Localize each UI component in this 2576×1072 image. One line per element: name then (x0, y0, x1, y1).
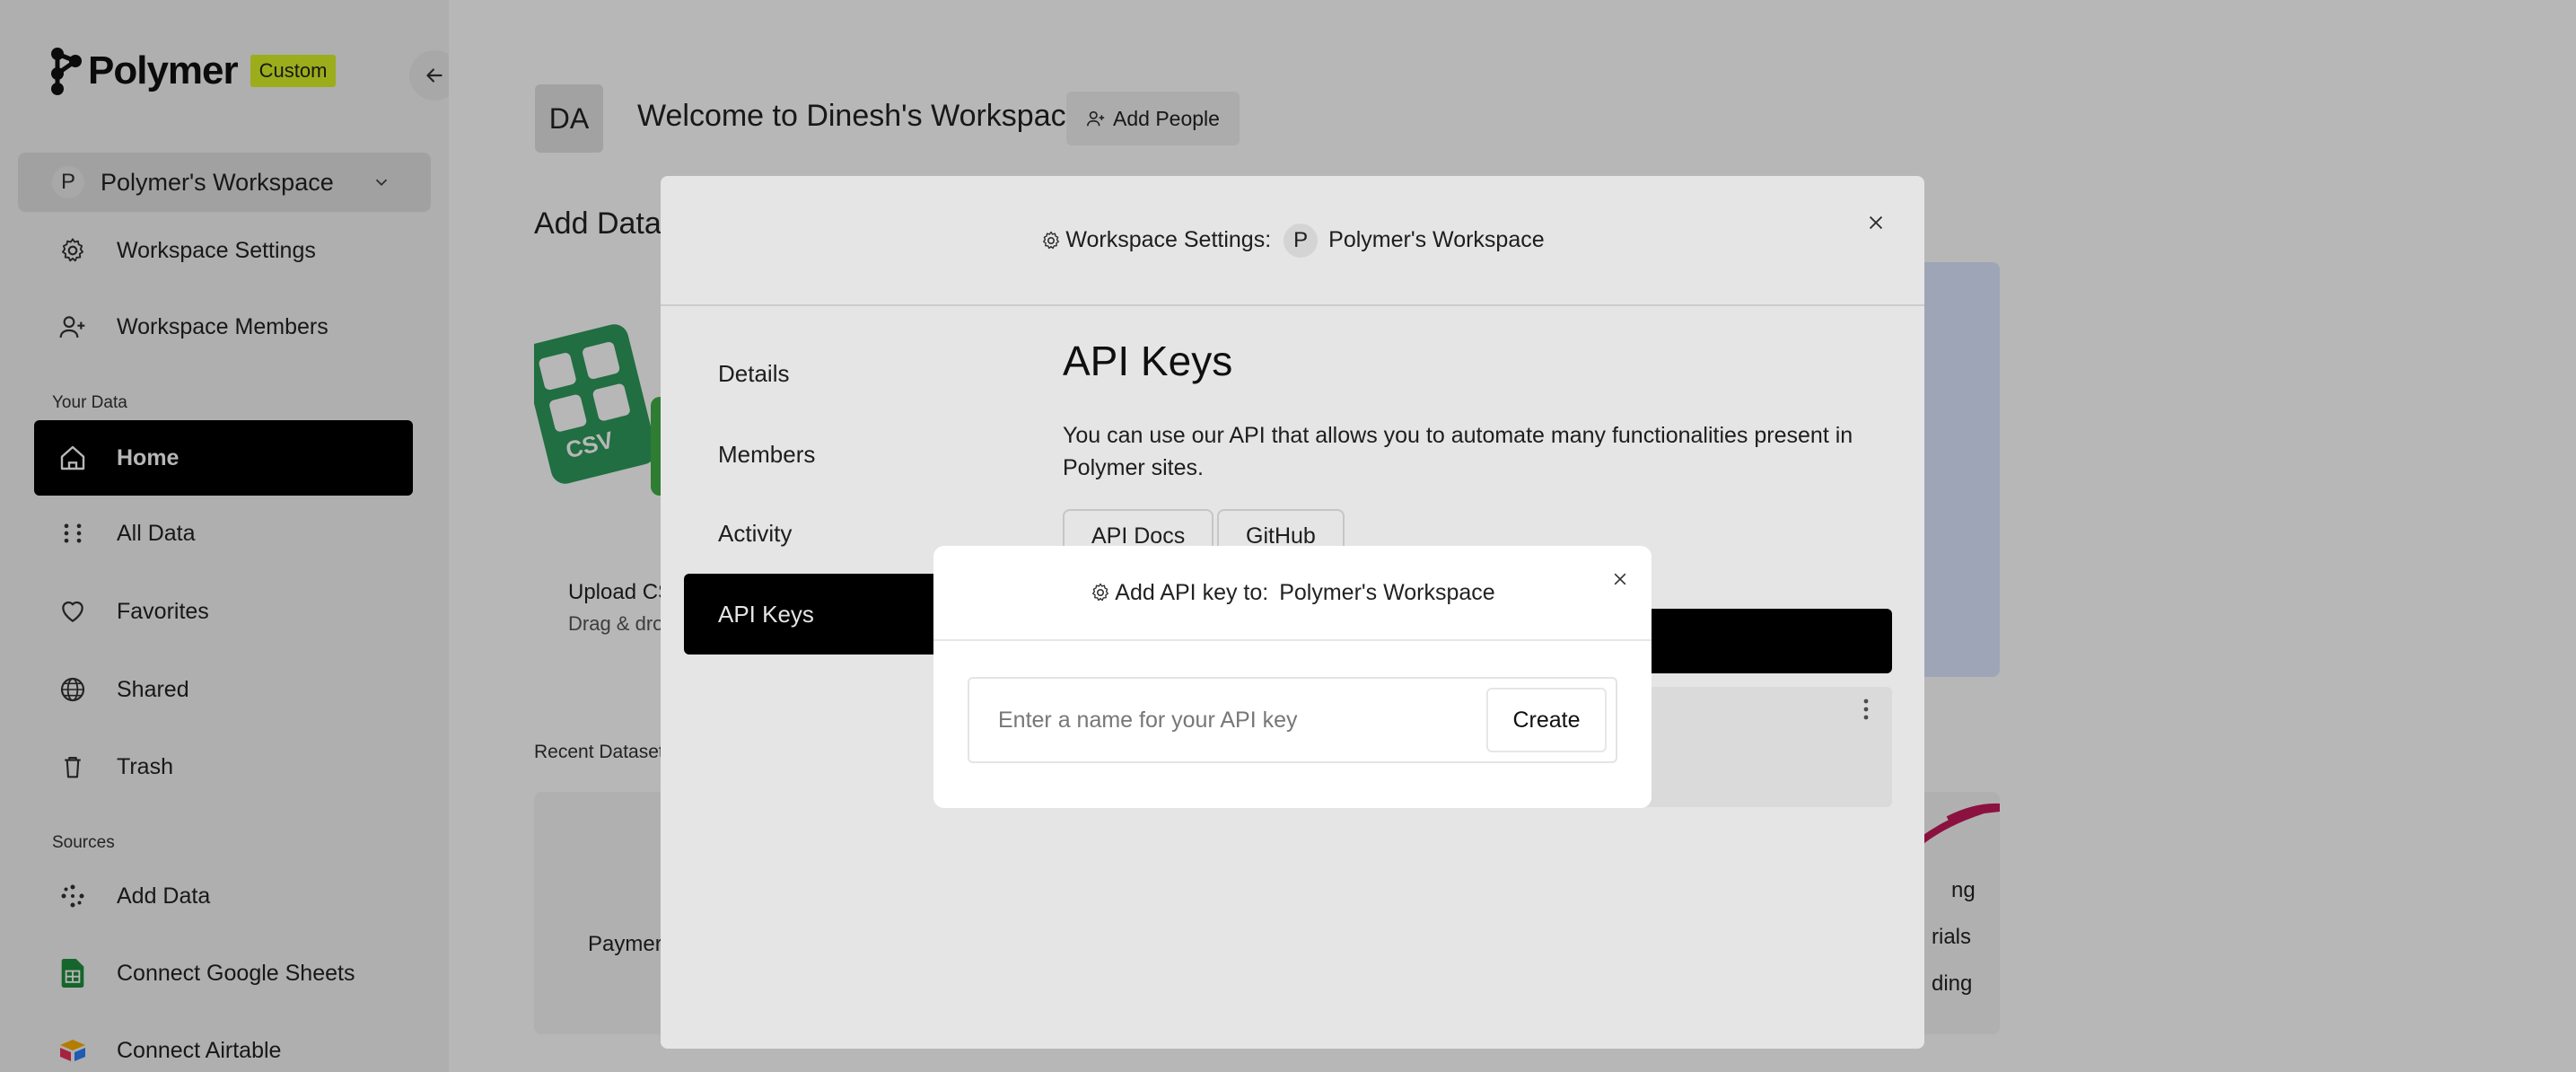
close-icon (1614, 573, 1626, 585)
dialog-title: Add API key to: (1115, 579, 1269, 605)
api-key-name-field: Create (968, 677, 1617, 763)
dialog-workspace-name: Polymer's Workspace (1279, 579, 1495, 605)
create-button[interactable]: Create (1486, 688, 1607, 752)
api-key-name-input[interactable] (971, 681, 1483, 760)
dialog-backdrop[interactable] (0, 0, 2576, 1072)
add-api-key-dialog: Add API key to: Polymer's Workspace Crea… (933, 546, 1652, 808)
close-dialog-button[interactable] (1607, 566, 1634, 593)
gear-icon (1090, 582, 1111, 603)
dialog-header: Add API key to: Polymer's Workspace (933, 546, 1652, 641)
